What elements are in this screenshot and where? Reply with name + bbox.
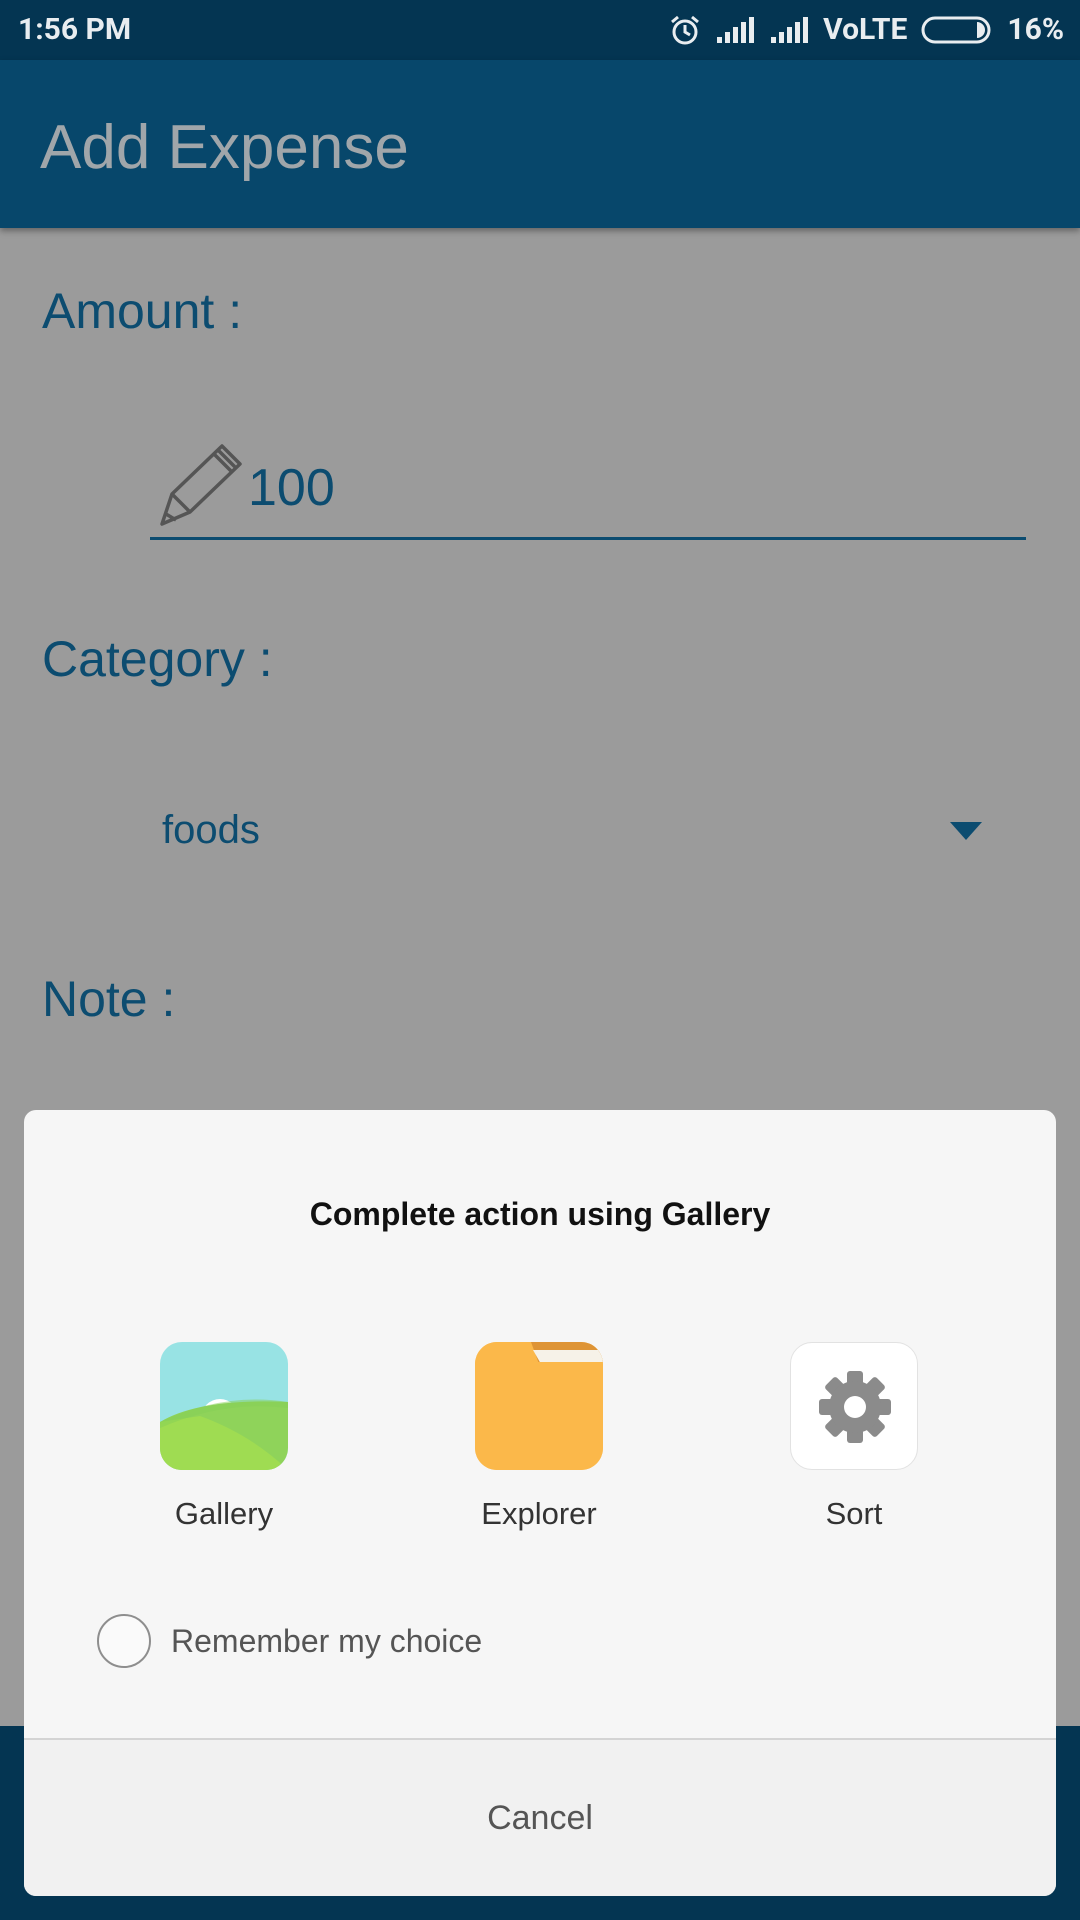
battery-icon [921,15,993,45]
gallery-icon [160,1342,288,1470]
battery-percent: 16% [1007,12,1064,47]
note-label: Note : [42,971,176,1027]
dropdown-arrow-icon[interactable] [950,822,982,840]
alarm-icon [669,14,701,46]
remember-radio[interactable] [97,1614,151,1668]
category-select[interactable]: foods [162,808,260,853]
app-label-explorer: Explorer [481,1496,597,1531]
status-time: 1:56 PM [18,12,132,47]
network-type: VoLTE [823,12,908,47]
category-label: Category : [42,631,273,687]
signal-icon [715,16,755,43]
app-choice-gallery[interactable]: Gallery [124,1342,324,1532]
amount-label: Amount : [42,283,243,339]
remember-label: Remember my choice [171,1622,483,1659]
amount-field[interactable]: 100 [150,440,1026,540]
app-choice-sort[interactable]: Sort [754,1342,954,1532]
app-label-gallery: Gallery [174,1496,274,1531]
pencil-icon [154,440,244,534]
app-label-sort: Sort [825,1496,883,1531]
page-title: Add Expense [40,113,409,182]
status-icons: VoLTE 16% [669,12,1064,47]
status-bar: 1:56 PM VoLTE 16% [0,0,1080,60]
folder-icon [475,1342,603,1470]
remember-choice[interactable]: Remember my choice [97,1614,482,1668]
chooser-dialog: Complete action using Gallery Gallery Ex… [24,1110,1056,1896]
app-bar: Add Expense [0,60,1080,228]
dialog-title: Complete action using Gallery [309,1196,771,1232]
cancel-button[interactable]: Cancel [24,1740,1056,1896]
amount-input[interactable]: 100 [248,458,335,518]
app-choice-explorer[interactable]: Explorer [439,1342,639,1532]
gear-icon [790,1342,918,1470]
signal-icon-2 [769,16,809,43]
